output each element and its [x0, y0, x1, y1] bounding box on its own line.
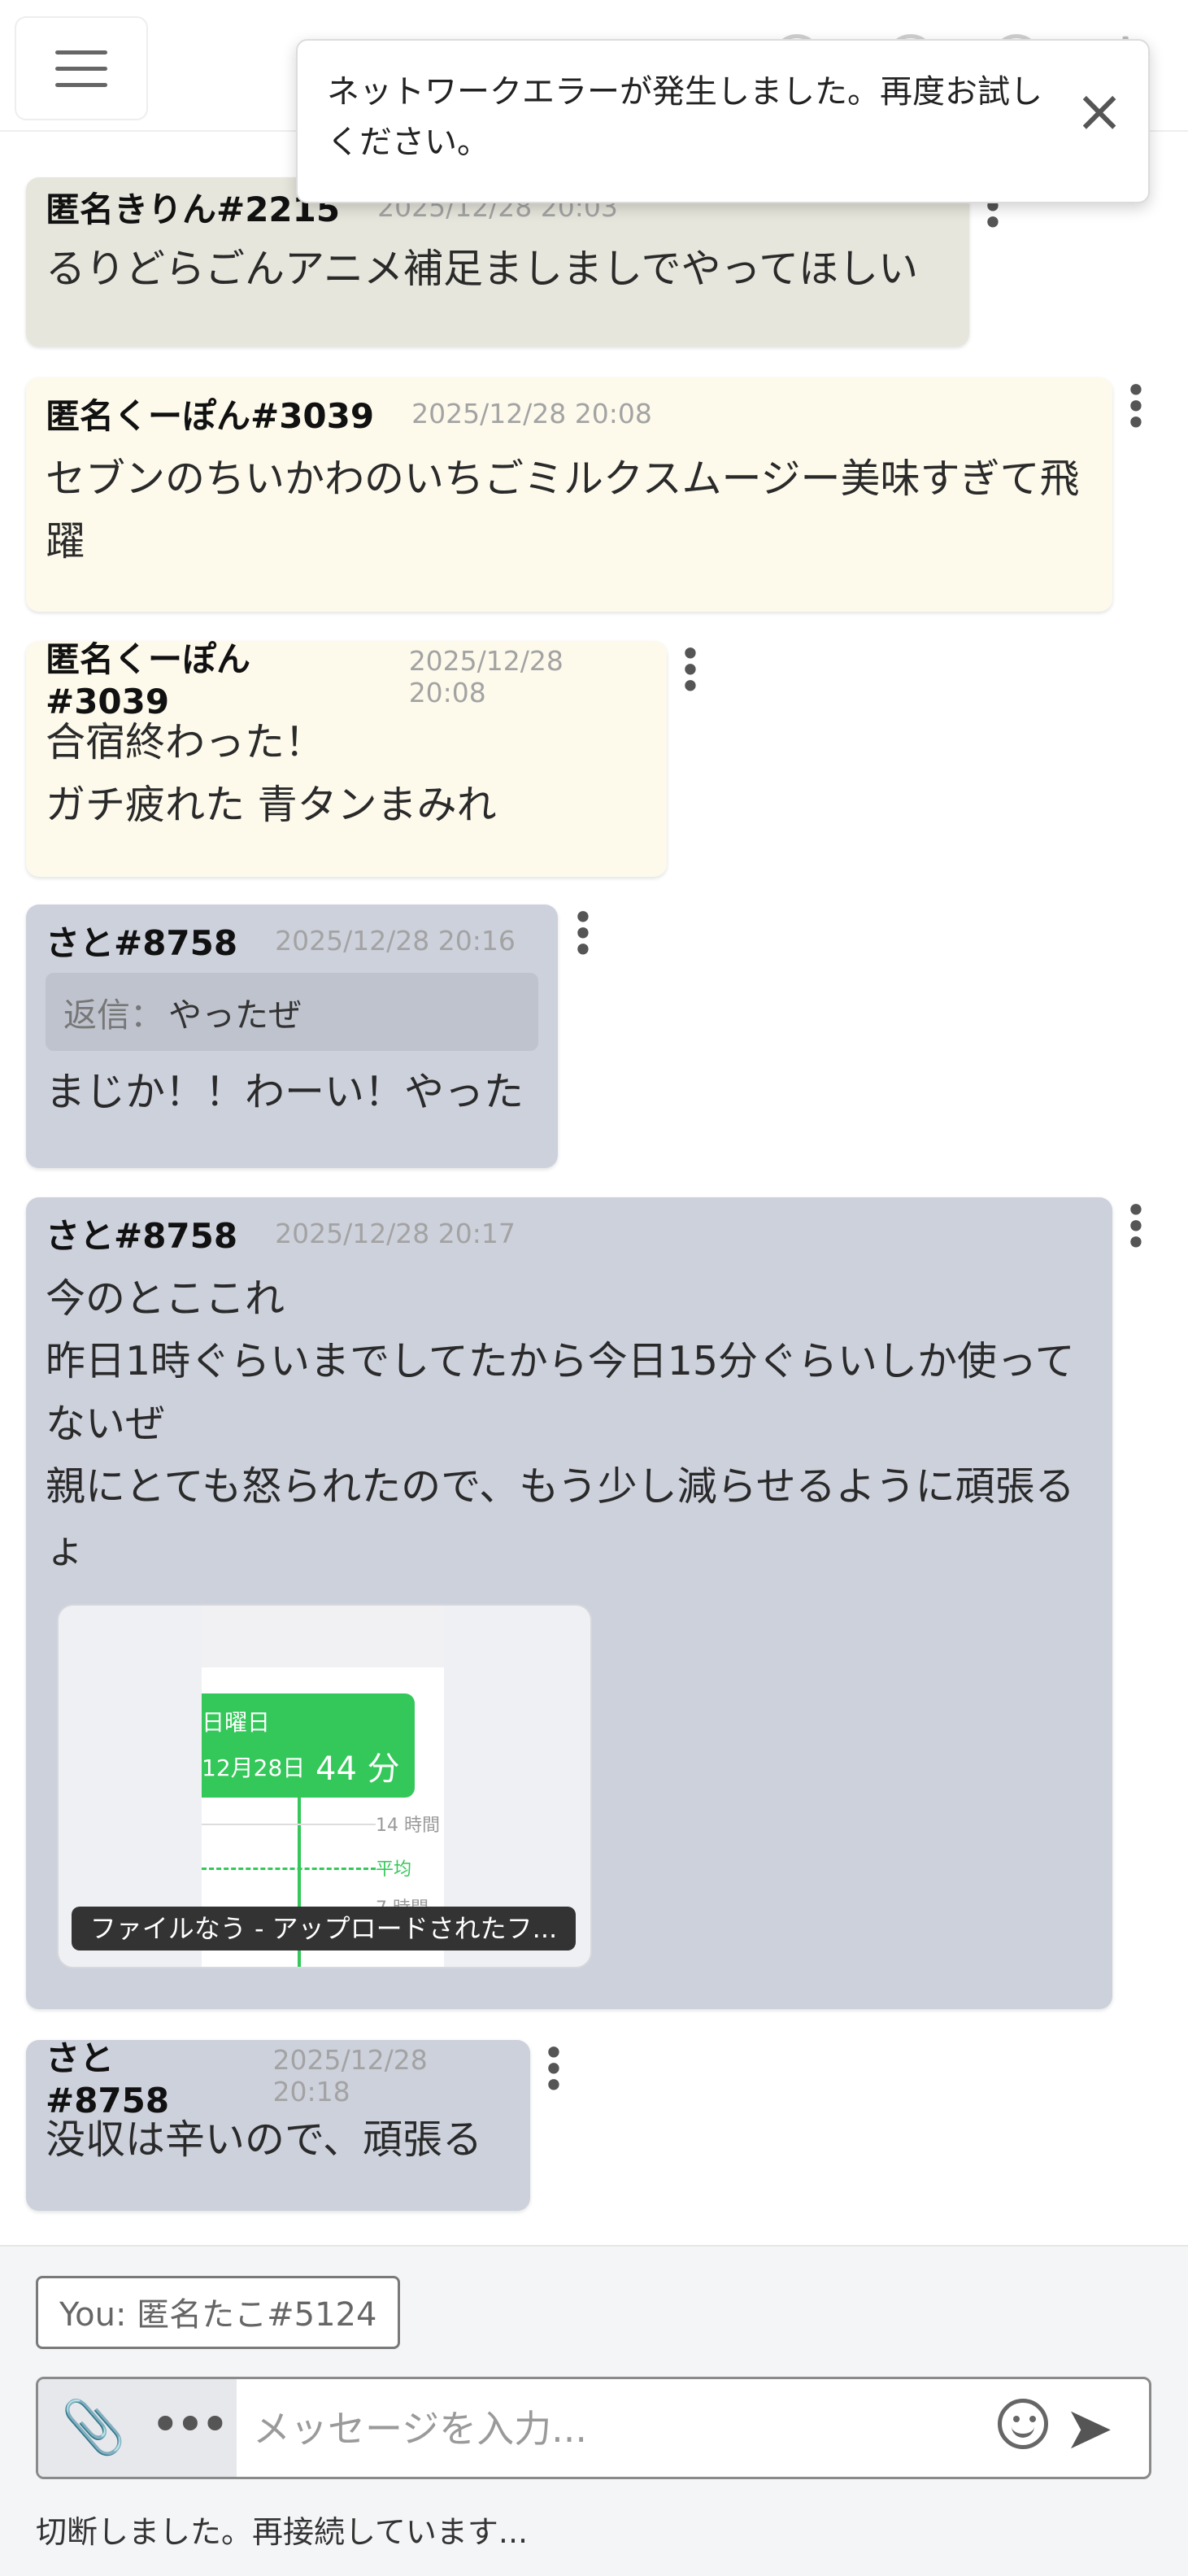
chat-message: 匿名くーぽん#3039 2025/12/28 20:08 合宿終わった！ ガチ疲…: [26, 639, 667, 877]
message-time: 2025/12/28 20:18: [272, 2044, 428, 2107]
message-menu-icon[interactable]: •••: [678, 635, 703, 705]
reply-quote[interactable]: 返信： やったぜ: [46, 973, 538, 1051]
message-composer: 📎 ••• ➤: [36, 2377, 1151, 2479]
message-time: 2025/12/28 20:08: [408, 645, 564, 708]
reply-text: やったぜ: [168, 996, 302, 1035]
connection-status: 切断しました。再接続しています...: [36, 2514, 529, 2550]
attach-icon[interactable]: 📎: [61, 2395, 126, 2460]
image-attachment[interactable]: 日曜日 12月28日 44 分 14 時間 平均 7 時間 ファイルなう - ア…: [57, 1604, 592, 1968]
message-text: セブンのちいかわのいちごミルクスムージー美味すぎて飛躍: [46, 455, 1080, 564]
current-user-chip[interactable]: You: 匿名たこ#5124: [36, 2276, 401, 2349]
message-menu-icon[interactable]: •••: [542, 2034, 566, 2104]
message-time: 2025/12/28 20:16: [275, 924, 516, 957]
chat-message: 匿名くーぽん#3039 2025/12/28 20:08 セブンのちいかわのいち…: [26, 377, 1112, 612]
hamburger-menu-button[interactable]: [15, 16, 148, 120]
message-text: 没収は辛いので、頑張る: [46, 2116, 483, 2163]
message-menu-icon[interactable]: •••: [1124, 372, 1148, 442]
message-author: さと#8758: [46, 922, 238, 963]
message-menu-icon[interactable]: •••: [1124, 1192, 1148, 1262]
reply-label: 返信：: [63, 996, 163, 1035]
message-text: まじか！！わーい！やった: [46, 1069, 524, 1115]
message-text: 合宿終わった！ ガチ疲れた 青タンまみれ: [46, 719, 497, 828]
message-time: 2025/12/28 20:08: [411, 397, 652, 429]
emoji-icon[interactable]: [998, 2399, 1048, 2449]
message-input[interactable]: [251, 2379, 986, 2477]
attachment-caption: ファイルなう - アップロードされたフ...: [72, 1907, 576, 1951]
chat-message: さと#8758 2025/12/28 20:16 返信： やったぜ まじか！！わ…: [26, 904, 558, 1168]
toast-message: ネットワークエラーが発生しました。再度お試しください。: [327, 73, 1042, 161]
message-author: さと#8758: [46, 2038, 170, 2121]
message-menu-icon[interactable]: •••: [571, 899, 595, 969]
message-author: 匿名くーぽん#3039: [46, 639, 251, 721]
message-author: 匿名くーぽん#3039: [46, 395, 375, 436]
more-icon[interactable]: •••: [150, 2392, 230, 2457]
error-toast: ネットワークエラーが発生しました。再度お試しください。 ×: [296, 39, 1150, 203]
message-author: さと#8758: [46, 1215, 238, 1256]
message-text: るりどらごんアニメ補足ましましでやってほしい: [46, 246, 919, 292]
send-icon[interactable]: ➤: [1064, 2389, 1113, 2467]
message-text: 今のとここれ 昨日1時ぐらいまでしてたから今日15分ぐらいしか使ってないぜ 親に…: [46, 1275, 1075, 1572]
chat-message: さと#8758 2025/12/28 20:17 今のとここれ 昨日1時ぐらいま…: [26, 1197, 1112, 2009]
composer-area: You: 匿名たこ#5124 📎 ••• ➤ 切断しました。再接続しています..…: [0, 2245, 1188, 2576]
message-time: 2025/12/28 20:17: [275, 1217, 516, 1249]
chat-message: さと#8758 2025/12/28 20:18 没収は辛いので、頑張る: [26, 2038, 530, 2211]
close-icon[interactable]: ×: [1067, 78, 1132, 143]
